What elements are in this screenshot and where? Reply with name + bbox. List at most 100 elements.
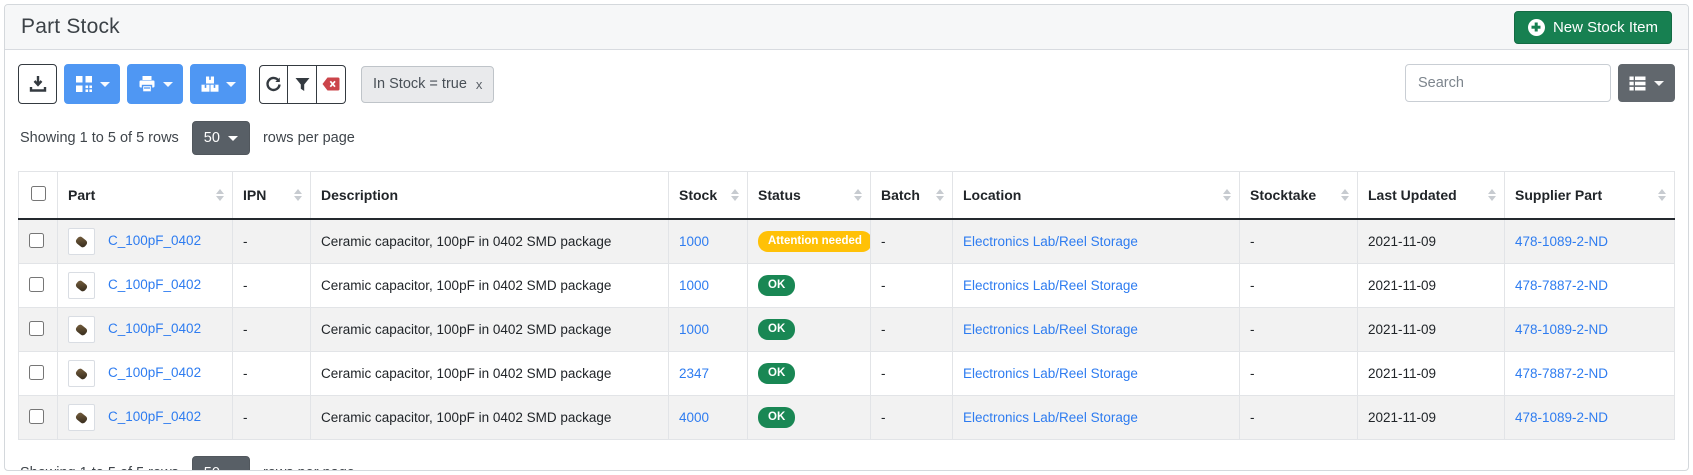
ipn-cell: - (233, 219, 311, 264)
sort-icon[interactable] (731, 189, 739, 201)
column-header-part[interactable]: Part (58, 172, 233, 220)
part-cell: C_100pF_0402 (58, 396, 233, 440)
new-stock-item-button[interactable]: New Stock Item (1514, 11, 1672, 44)
pagination-detail-top: Showing 1 to 5 of 5 rows 50 rows per pag… (20, 121, 1673, 155)
location-link[interactable]: Electronics Lab/Reel Storage (963, 366, 1138, 381)
stock-quantity-link[interactable]: 4000 (679, 410, 709, 425)
sort-icon[interactable] (1488, 189, 1496, 201)
location-link[interactable]: Electronics Lab/Reel Storage (963, 322, 1138, 337)
table-row: C_100pF_0402 - Ceramic capacitor, 100pF … (19, 352, 1675, 396)
stock-cell: 4000 (669, 396, 748, 440)
column-header-ipn[interactable]: IPN (233, 172, 311, 220)
status-badge: OK (758, 319, 795, 340)
sort-icon[interactable] (1658, 189, 1666, 201)
supplier-part-link[interactable]: 478-7887-2-ND (1515, 278, 1608, 293)
column-header-location[interactable]: Location (953, 172, 1240, 220)
row-checkbox[interactable] (29, 233, 44, 248)
row-checkbox[interactable] (29, 277, 44, 292)
column-header-batch[interactable]: Batch (871, 172, 953, 220)
column-header-supplier_part[interactable]: Supplier Part (1505, 172, 1675, 220)
stock-quantity-link[interactable]: 1000 (679, 322, 709, 337)
print-actions-button[interactable] (127, 64, 183, 104)
export-download-button[interactable] (18, 64, 57, 104)
part-link[interactable]: C_100pF_0402 (108, 277, 201, 292)
pagination-detail-bottom: Showing 1 to 5 of 5 rows 50 rows per pag… (20, 456, 1673, 471)
panel-header: Part Stock New Stock Item (5, 5, 1688, 50)
ipn-cell: - (233, 308, 311, 352)
last-updated-cell: 2021-11-09 (1358, 396, 1505, 440)
part-thumbnail[interactable] (68, 316, 95, 343)
page-title: Part Stock (21, 15, 120, 39)
ipn-cell: - (233, 396, 311, 440)
column-header-label: Stocktake (1250, 187, 1316, 203)
supplier-part-link[interactable]: 478-1089-2-ND (1515, 234, 1608, 249)
stock-quantity-link[interactable]: 2347 (679, 366, 709, 381)
stock-cell: 1000 (669, 264, 748, 308)
filter-table-button[interactable] (288, 65, 317, 104)
column-header-label: Status (758, 187, 801, 203)
sort-icon[interactable] (216, 189, 224, 201)
supplier-part-link[interactable]: 478-7887-2-ND (1515, 366, 1608, 381)
part-link[interactable]: C_100pF_0402 (108, 409, 201, 424)
column-header-stock[interactable]: Stock (669, 172, 748, 220)
batch-cell: - (871, 396, 953, 440)
stock-cell: 1000 (669, 219, 748, 264)
page-size-dropdown-top[interactable]: 50 (192, 121, 250, 155)
part-thumbnail[interactable] (68, 360, 95, 387)
sort-icon[interactable] (294, 189, 302, 201)
row-checkbox[interactable] (29, 321, 44, 336)
boxes-icon (201, 75, 219, 93)
sort-icon[interactable] (854, 189, 862, 201)
select-all-checkbox[interactable] (31, 186, 46, 201)
stock-quantity-link[interactable]: 1000 (679, 234, 709, 249)
part-link[interactable]: C_100pF_0402 (108, 321, 201, 336)
remove-filter-x[interactable]: x (476, 78, 483, 91)
column-header-label: Stock (679, 187, 717, 203)
active-filter-chip: In Stock = true x (361, 66, 494, 103)
part-link[interactable]: C_100pF_0402 (108, 365, 201, 380)
sort-icon[interactable] (1341, 189, 1349, 201)
column-select-button[interactable] (1618, 64, 1675, 102)
location-link[interactable]: Electronics Lab/Reel Storage (963, 234, 1138, 249)
barcode-actions-button[interactable] (64, 64, 120, 104)
column-header-last_updated[interactable]: Last Updated (1358, 172, 1505, 220)
page-size-dropdown-bottom[interactable]: 50 (192, 456, 250, 471)
column-header-label: Part (68, 187, 95, 203)
stock-quantity-link[interactable]: 1000 (679, 278, 709, 293)
supplier-part-link[interactable]: 478-1089-2-ND (1515, 322, 1608, 337)
row-select-cell (19, 219, 58, 264)
part-thumbnail[interactable] (68, 272, 95, 299)
stock-actions-button[interactable] (190, 64, 246, 104)
batch-cell: - (871, 352, 953, 396)
column-header-stocktake[interactable]: Stocktake (1240, 172, 1358, 220)
capacitor-image (75, 279, 89, 292)
row-select-cell (19, 352, 58, 396)
status-cell: OK (748, 308, 871, 352)
table-row: C_100pF_0402 - Ceramic capacitor, 100pF … (19, 219, 1675, 264)
capacitor-image (75, 367, 89, 380)
location-link[interactable]: Electronics Lab/Reel Storage (963, 410, 1138, 425)
batch-cell: - (871, 308, 953, 352)
part-link[interactable]: C_100pF_0402 (108, 233, 201, 248)
stocktake-cell: - (1240, 352, 1358, 396)
sort-icon[interactable] (936, 189, 944, 201)
row-checkbox[interactable] (29, 365, 44, 380)
status-cell: OK (748, 396, 871, 440)
sort-icon[interactable] (1223, 189, 1231, 201)
row-checkbox[interactable] (29, 409, 44, 424)
search-input[interactable] (1405, 64, 1611, 102)
filter-funnel-icon (295, 77, 310, 92)
location-link[interactable]: Electronics Lab/Reel Storage (963, 278, 1138, 293)
supplier-part-cell: 478-7887-2-ND (1505, 264, 1675, 308)
clear-filters-button[interactable] (317, 65, 346, 104)
rows-per-page-text: rows per page (263, 465, 355, 471)
qr-code-icon (75, 75, 93, 93)
column-header-status[interactable]: Status (748, 172, 871, 220)
reload-table-button[interactable] (259, 65, 288, 104)
columns-list-icon (1629, 76, 1646, 91)
showing-rows-text: Showing 1 to 5 of 5 rows (20, 130, 179, 146)
supplier-part-link[interactable]: 478-1089-2-ND (1515, 410, 1608, 425)
part-thumbnail[interactable] (68, 404, 95, 431)
last-updated-cell: 2021-11-09 (1358, 264, 1505, 308)
part-thumbnail[interactable] (68, 228, 95, 255)
